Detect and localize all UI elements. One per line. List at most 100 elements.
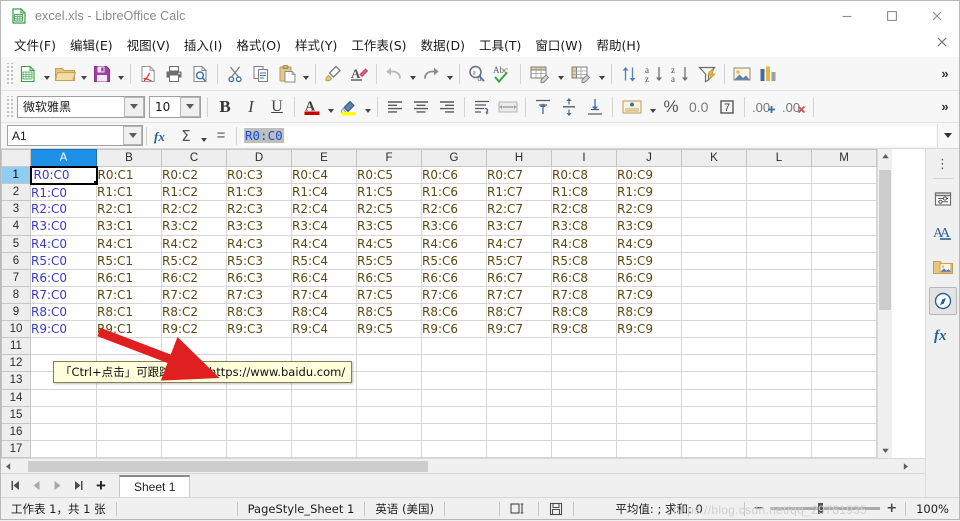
cell-C10[interactable]: R9:C2 — [161, 320, 227, 339]
cell-G12[interactable] — [421, 354, 487, 373]
cell-E7[interactable]: R6:C4 — [291, 269, 357, 287]
row-header-3[interactable]: 3 — [1, 200, 31, 219]
cut-icon[interactable] — [222, 61, 248, 87]
row-header-5[interactable]: 5 — [1, 234, 31, 253]
row-header-14[interactable]: 14 — [1, 388, 31, 407]
cell-K14[interactable] — [681, 389, 747, 407]
sidebar-settings-icon[interactable]: ⋮ — [936, 153, 949, 175]
italic-button[interactable]: I — [238, 94, 264, 120]
cell-I12[interactable] — [551, 354, 617, 373]
cell-F16[interactable] — [356, 423, 422, 441]
align-right-button[interactable] — [434, 94, 460, 120]
cell-M3[interactable] — [811, 200, 877, 219]
undo-dropdown[interactable] — [407, 61, 418, 87]
row-header-4[interactable]: 4 — [1, 217, 31, 236]
cell-I14[interactable] — [551, 389, 617, 407]
cell-C16[interactable] — [161, 423, 227, 441]
document-modified-icon[interactable] — [539, 498, 573, 519]
toolbar-grip[interactable] — [5, 62, 13, 85]
cell-K7[interactable] — [681, 269, 747, 287]
cell-J6[interactable]: R5:C9 — [616, 252, 682, 270]
row-header-6[interactable]: 6 — [1, 251, 31, 270]
cell-B1[interactable]: R0:C1 — [96, 166, 162, 185]
row-header-2[interactable]: 2 — [1, 183, 31, 202]
cell-D4[interactable]: R3:C3 — [226, 217, 292, 236]
sum-icon[interactable]: Σ — [174, 124, 198, 148]
cell-A10[interactable]: R9:C0 — [30, 320, 97, 339]
sidebar-styles-icon[interactable]: A A — [929, 219, 957, 247]
cell-M10[interactable] — [811, 320, 877, 339]
redo-dropdown[interactable] — [444, 61, 455, 87]
cell-E3[interactable]: R2:C4 — [291, 200, 357, 219]
cell-I3[interactable]: R2:C8 — [551, 200, 617, 219]
cell-B15[interactable] — [96, 406, 162, 424]
status-page-style[interactable]: PageStyle_Sheet 1 — [238, 498, 365, 519]
next-sheet-icon[interactable] — [47, 475, 68, 496]
cell-K8[interactable] — [681, 286, 747, 304]
column-header-E[interactable]: E — [291, 149, 357, 168]
font-color-button[interactable]: A — [299, 94, 325, 120]
open-file-dropdown[interactable] — [78, 61, 89, 87]
cell-L13[interactable] — [746, 371, 812, 390]
cell-H2[interactable]: R1:C7 — [486, 183, 552, 202]
cell-F17[interactable] — [356, 440, 422, 458]
cell-K16[interactable] — [681, 423, 747, 441]
horizontal-scrollbar[interactable] — [1, 458, 925, 473]
cell-F14[interactable] — [356, 389, 422, 407]
column-header-D[interactable]: D — [226, 149, 292, 168]
cell-C15[interactable] — [161, 406, 227, 424]
cell-G15[interactable] — [421, 406, 487, 424]
print-preview-icon[interactable] — [187, 61, 213, 87]
align-center-button[interactable] — [408, 94, 434, 120]
cell-F5[interactable]: R4:C5 — [356, 235, 422, 253]
cell-K9[interactable] — [681, 303, 747, 322]
row-header-1[interactable]: 1 — [1, 166, 31, 185]
cell-H10[interactable]: R9:C7 — [486, 320, 552, 339]
sort-descending-icon[interactable]: z a — [668, 61, 694, 87]
cell-B11[interactable] — [96, 337, 162, 356]
column-header-K[interactable]: K — [681, 149, 747, 168]
cell-L15[interactable] — [746, 406, 812, 424]
clone-formatting-icon[interactable] — [320, 61, 346, 87]
formatting-toolbar-overflow[interactable]: » — [935, 91, 955, 122]
format-as-currency-dropdown[interactable] — [647, 94, 658, 120]
cell-D2[interactable]: R1:C3 — [226, 183, 292, 202]
delete-decimal-button[interactable]: .00 — [779, 94, 809, 120]
cell-B10[interactable]: R9:C1 — [96, 320, 162, 339]
save-icon[interactable] — [89, 61, 115, 87]
cell-M17[interactable] — [811, 440, 877, 458]
name-box[interactable]: A1 — [7, 125, 143, 146]
cell-G11[interactable] — [421, 337, 487, 356]
font-size-dropdown-icon[interactable] — [180, 96, 200, 117]
print-icon[interactable] — [161, 61, 187, 87]
column-header-J[interactable]: J — [616, 149, 682, 168]
cell-B5[interactable]: R4:C1 — [96, 235, 162, 253]
cell-M13[interactable] — [811, 371, 877, 390]
cell-B6[interactable]: R5:C1 — [96, 252, 162, 270]
insert-chart-icon[interactable] — [755, 61, 781, 87]
cell-C2[interactable]: R1:C2 — [161, 183, 227, 202]
cell-I13[interactable] — [551, 371, 617, 390]
cell-J13[interactable] — [616, 371, 682, 390]
row-header-9[interactable]: 9 — [1, 302, 31, 322]
cell-H1[interactable]: R0:C7 — [486, 166, 552, 185]
cell-B7[interactable]: R6:C1 — [96, 269, 162, 287]
align-top-button[interactable] — [530, 94, 556, 120]
cell-F12[interactable] — [356, 354, 422, 373]
cell-I15[interactable] — [551, 406, 617, 424]
cell-A7[interactable]: R6:C0 — [30, 269, 97, 287]
cell-C11[interactable] — [161, 337, 227, 356]
row-dropdown[interactable] — [555, 61, 566, 87]
toolbar-grip[interactable] — [5, 95, 13, 118]
cell-H7[interactable]: R6:C7 — [486, 269, 552, 287]
vertical-scrollbar[interactable] — [877, 149, 892, 458]
sidebar-gallery-icon[interactable] — [929, 253, 957, 281]
row-header-12[interactable]: 12 — [1, 354, 31, 373]
cell-E16[interactable] — [291, 423, 357, 441]
cell-I6[interactable]: R5:C8 — [551, 252, 617, 270]
cell-L8[interactable] — [746, 286, 812, 304]
cell-I11[interactable] — [551, 337, 617, 356]
previous-sheet-icon[interactable] — [26, 475, 47, 496]
menu-styles[interactable]: 样式(Y) — [288, 32, 344, 57]
cell-J8[interactable]: R7:C9 — [616, 286, 682, 304]
